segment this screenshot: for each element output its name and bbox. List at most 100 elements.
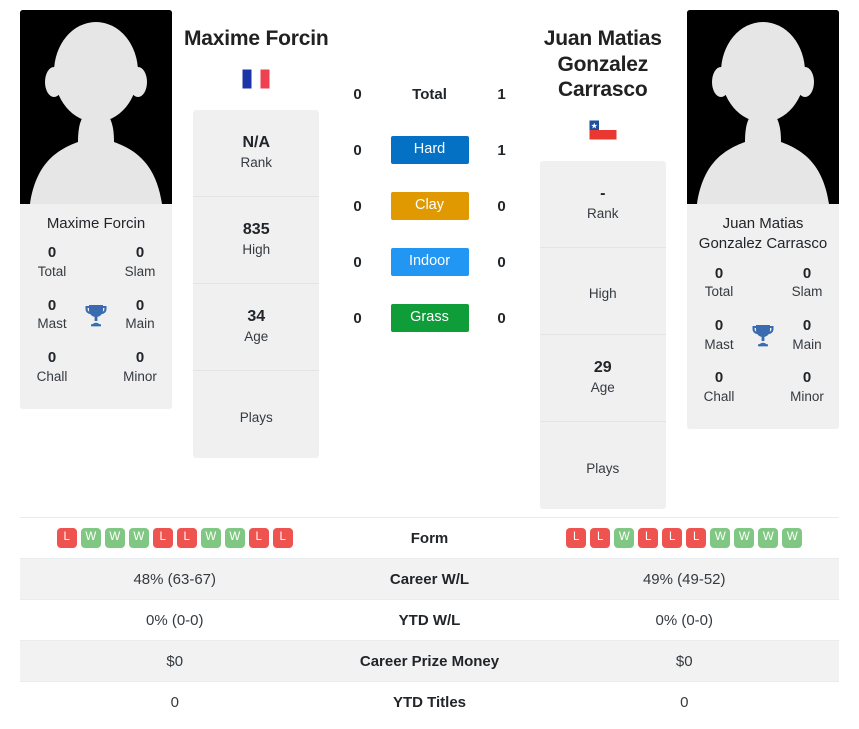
form-badge: L	[272, 528, 293, 548]
h2h-row-clay: 0 Clay 0	[341, 178, 519, 234]
right-name-column: Juan Matias Gonzalez Carrasco - Rank Hig…	[519, 10, 688, 509]
left-career-prize-money: $0	[166, 652, 184, 670]
right-titles-minor: 0 Minor	[781, 369, 833, 405]
right-titles-mast: 0 Mast	[693, 317, 745, 353]
left-titles-minor-value: 0	[135, 348, 145, 366]
right-titles-mast-value: 0	[714, 316, 724, 334]
right-player-card[interactable]: Juan Matias Gonzalez Carrasco 0 Total 0 …	[687, 10, 839, 430]
right-stat-high-label: High	[588, 286, 617, 302]
form-badge: W	[782, 528, 803, 548]
form-badge: W	[224, 528, 245, 548]
left-player-card-name: Maxime Forcin	[46, 215, 146, 232]
left-titles-total-label: Total	[37, 264, 67, 279]
left-titles-total: 0 Total	[26, 244, 78, 280]
right-ytd-titles: 0	[680, 693, 689, 711]
head-to-head-column: 0 Total 1 0 Hard 1 0 Clay 0 0 Indoor 0 0…	[341, 10, 519, 346]
right-player-avatar	[687, 10, 839, 204]
right-flag-wrap	[589, 113, 617, 147]
h2h-grass-label-wrap: Grass	[375, 304, 485, 332]
form-badge: W	[128, 528, 149, 548]
left-titles-slam-label: Slam	[124, 264, 156, 279]
right-player-name[interactable]: Juan Matias Gonzalez Carrasco	[525, 26, 682, 103]
left-titles-grid: 0 Total 0 Slam 0 Mast 0 Main 0 Chall 0 M…	[20, 242, 172, 399]
left-career-wl: 48% (63-67)	[133, 570, 217, 588]
left-stat-high: 835 High	[193, 197, 320, 284]
left-titles-mast-label: Mast	[37, 316, 67, 332]
left-titles-chall-label: Chall	[36, 368, 68, 384]
table-row-career-prize-money: $0 Career Prize Money $0	[20, 640, 839, 681]
right-titles-slam-label: Slam	[791, 284, 823, 300]
left-player-avatar	[20, 10, 172, 204]
form-badge: W	[710, 528, 731, 548]
right-stat-plays-label: Plays	[586, 460, 620, 476]
form-badge: W	[104, 528, 125, 548]
left-titles-slam: 0 Slam	[114, 244, 166, 280]
left-titles-mast-value: 0	[47, 296, 57, 314]
left-stat-rank-value: N/A	[242, 133, 271, 151]
right-titles-minor-label: Minor	[790, 388, 824, 404]
form-badge: W	[758, 528, 779, 548]
trophy-icon	[745, 321, 781, 349]
right-stat-plays: Plays	[540, 422, 666, 509]
left-titles-slam-value: 0	[135, 244, 145, 262]
right-profile-column: Juan Matias Gonzalez Carrasco 0 Total 0 …	[687, 10, 839, 430]
right-stat-rank-label: Rank	[586, 205, 619, 221]
left-form-strip: LWWWLLWWLL	[20, 528, 330, 548]
left-player-name[interactable]: Maxime Forcin	[184, 26, 329, 52]
right-stat-rank: - Rank	[539, 161, 666, 248]
form-badge: L	[662, 528, 683, 548]
right-stats-card: - Rank High 29 Age Plays	[539, 160, 666, 509]
form-badge: W	[614, 528, 635, 548]
surface-badge-grass[interactable]: Grass	[390, 304, 469, 332]
right-ytd-wl: 0% (0-0)	[655, 611, 714, 629]
left-stat-plays-label: Plays	[239, 409, 273, 425]
form-badge: W	[734, 528, 755, 548]
right-stat-age: 29 Age	[539, 335, 666, 422]
left-titles-minor-label: Minor	[123, 368, 157, 384]
table-row-form: LWWWLLWWLL Form LLWLLLWWWW	[20, 517, 839, 558]
right-titles-slam: 0 Slam	[781, 265, 833, 301]
right-career-wl: 49% (49-52)	[642, 570, 726, 588]
row-label-career-prize-money: Career Prize Money	[359, 652, 500, 670]
table-row-career-wl: 48% (63-67) Career W/L 49% (49-52)	[20, 558, 839, 599]
left-stat-high-value: 835	[242, 220, 270, 238]
surface-badge-clay[interactable]: Clay	[390, 192, 469, 220]
h2h-page: Maxime Forcin 0 Total 0 Slam 0 Mast 0 Ma…	[0, 0, 859, 729]
right-titles-minor-value: 0	[802, 369, 812, 387]
form-badge: L	[248, 528, 269, 548]
trophy-icon	[78, 301, 114, 329]
h2h-hard-label-wrap: Hard	[375, 136, 485, 164]
form-badge: L	[176, 528, 197, 548]
h2h-grass-left: 0	[353, 309, 362, 327]
form-badge: L	[566, 528, 587, 548]
left-stat-age: 34 Age	[193, 284, 320, 371]
h2h-indoor-label-wrap: Indoor	[375, 248, 485, 276]
right-titles-chall-label: Chall	[703, 388, 735, 404]
form-badge: L	[56, 528, 77, 548]
form-badge: L	[590, 528, 611, 548]
right-titles-total-value: 0	[714, 264, 724, 282]
right-stat-high: High	[539, 248, 666, 335]
surface-badge-hard[interactable]: Hard	[390, 136, 469, 164]
right-titles-mast-label: Mast	[704, 336, 734, 352]
form-badge: W	[80, 528, 101, 548]
form-badge: W	[200, 528, 221, 548]
right-titles-total-label: Total	[704, 284, 734, 300]
right-titles-chall: 0 Chall	[693, 369, 745, 405]
h2h-indoor-left: 0	[353, 253, 362, 271]
left-titles-minor: 0 Minor	[114, 349, 166, 385]
h2h-clay-right: 0	[497, 197, 506, 215]
h2h-total-label: Total	[412, 85, 447, 103]
left-stats-card: N/A Rank 835 High 34 Age Plays	[193, 109, 320, 458]
comparison-header: Maxime Forcin 0 Total 0 Slam 0 Mast 0 Ma…	[0, 0, 859, 515]
row-label-career-wl: Career W/L	[389, 570, 470, 588]
row-label-ytd-wl: YTD W/L	[398, 611, 461, 629]
surface-badge-indoor[interactable]: Indoor	[390, 248, 469, 276]
h2h-row-grass: 0 Grass 0	[341, 290, 519, 346]
left-player-card[interactable]: Maxime Forcin 0 Total 0 Slam 0 Mast 0 Ma…	[20, 10, 172, 410]
right-stat-age-label: Age	[590, 379, 615, 395]
right-stat-rank-value: -	[600, 184, 606, 202]
left-stat-high-label: High	[242, 241, 271, 257]
comparison-table: LWWWLLWWLL Form LLWLLLWWWW 48% (63-67) C…	[20, 517, 839, 729]
left-stat-plays: Plays	[193, 371, 319, 458]
